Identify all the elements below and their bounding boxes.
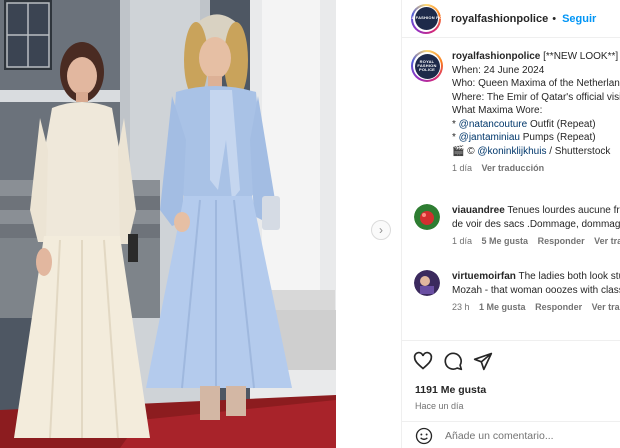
caption-line-5: What Maxima Wore: [452, 105, 543, 116]
caption-translate-button[interactable]: Ver traducción [482, 163, 545, 173]
caption-line-8: 🎬 © @koninklijkhuis / Shutterstock [452, 145, 611, 157]
heart-icon[interactable] [413, 351, 433, 371]
caption-meta: 1 día Ver traducción [452, 162, 620, 176]
comment-likes[interactable]: 5 Me gusta [482, 236, 529, 246]
caption: ROYAL FASHION POLICE royalfashionpolice … [411, 50, 620, 176]
caption-username[interactable]: royalfashionpolice [452, 51, 540, 62]
comment-text-line-2: Mozah - that woman ooozes with class [452, 284, 620, 296]
comment-likes[interactable]: 1 Me gusta [479, 302, 526, 312]
avatar-logo-text: ROYAL FASHION POLICE [402, 7, 452, 30]
mention-natancouture[interactable]: @natancouture [459, 119, 528, 130]
comment-meta: 1 día 5 Me gusta Responder Ver traducció… [452, 235, 620, 249]
comment-username[interactable]: viauandree [452, 205, 505, 216]
caption-line-3: Who: Queen Maxima of the Netherlands [452, 78, 620, 89]
comment-username[interactable]: virtuemoirfan [452, 271, 516, 282]
mention-koninklijkhuis[interactable]: @koninklijkhuis [477, 146, 546, 157]
caption-body: royalfashionpolice [**NEW LOOK**] When: … [452, 50, 620, 176]
post-header: ROYAL FASHION POLICE royalfashionpolice … [402, 0, 620, 38]
post-photo[interactable] [0, 0, 336, 448]
comment-reply-button[interactable]: Responder [535, 302, 582, 312]
comment-text-line-1: Tenues lourdes aucune fraîcheur [507, 205, 620, 216]
caption-line-7: * @jantaminiau Pumps (Repeat) [452, 132, 596, 143]
likes-count[interactable]: 1191 Me gusta [415, 384, 486, 396]
post-actions: 1191 Me gusta Hace un día [402, 340, 620, 448]
author-username[interactable]: royalfashionpolice [451, 13, 548, 25]
share-icon[interactable] [473, 351, 493, 371]
comment-meta: 23 h 1 Me gusta Responder Ver traducción [452, 301, 620, 315]
post-side-panel: ROYAL FASHION POLICE royalfashionpolice … [401, 0, 620, 448]
caption-avatar[interactable]: ROYAL FASHION POLICE [411, 50, 443, 82]
next-photo-button[interactable]: › [371, 220, 391, 240]
follow-button[interactable]: Seguir [562, 13, 596, 25]
comment-translate-button[interactable]: Ver traducción [594, 236, 620, 246]
header-separator: • [552, 12, 557, 25]
comment-text-line-2: de voir des sacs .Dommage, dommage [452, 218, 620, 230]
comment-reply-button[interactable]: Responder [538, 236, 585, 246]
comment-text-line-1: The ladies both look stunning [518, 271, 620, 282]
comment-body: virtuemoirfan The ladies both look stunn… [452, 270, 620, 315]
commenter-avatar[interactable] [414, 204, 440, 230]
caption-avatar-logo-text: ROYAL FASHION POLICE [414, 53, 440, 79]
comment-body: viauandree Tenues lourdes aucune fraîche… [452, 204, 620, 249]
commenter-avatar[interactable] [414, 270, 440, 296]
mention-jantaminiau[interactable]: @jantaminiau [459, 132, 520, 143]
comment-icon[interactable] [443, 351, 463, 371]
caption-line-1: [**NEW LOOK**] [543, 51, 619, 62]
photo-illustration [0, 0, 336, 448]
action-icons [413, 351, 493, 371]
comment-time[interactable]: 1 día [452, 236, 472, 246]
comment-translate-button[interactable]: Ver traducción [592, 302, 620, 312]
caption-time[interactable]: 1 día [452, 163, 472, 173]
comment-time[interactable]: 23 h [452, 302, 470, 312]
chevron-right-icon: › [379, 223, 383, 237]
add-comment-input[interactable] [445, 429, 615, 442]
comment-item: virtuemoirfan The ladies both look stunn… [411, 270, 620, 315]
caption-line-4: Where: The Emir of Qatar's official visi… [452, 91, 620, 103]
add-comment-bar [402, 421, 620, 448]
comments-list[interactable]: ROYAL FASHION POLICE royalfashionpolice … [402, 44, 620, 340]
emoji-icon[interactable] [415, 427, 433, 445]
caption-line-2: When: 24 June 2024 [452, 64, 545, 76]
comment-item: viauandree Tenues lourdes aucune fraîche… [411, 204, 620, 249]
caption-line-6: * @natancouture Outfit (Repeat) [452, 118, 596, 130]
author-avatar[interactable]: ROYAL FASHION POLICE [402, 3, 452, 34]
post-time[interactable]: Hace un día [415, 401, 464, 411]
